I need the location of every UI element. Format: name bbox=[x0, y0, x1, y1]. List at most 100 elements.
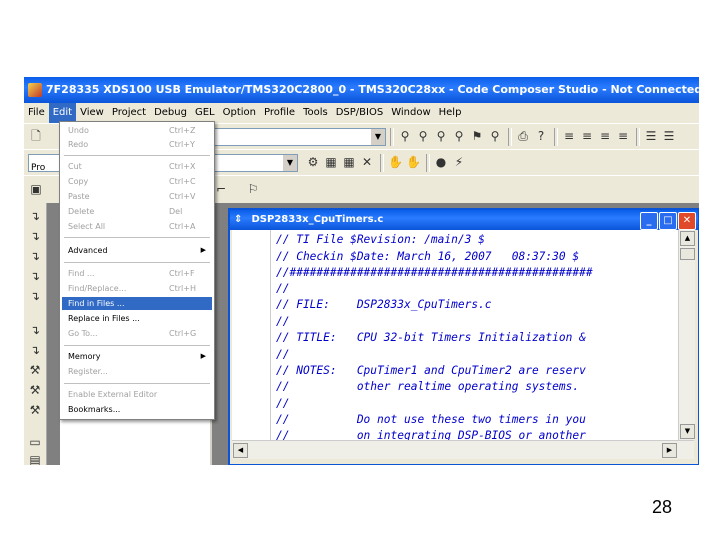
set-pc-icon[interactable]: ↴ bbox=[28, 289, 42, 303]
toolbar-separator bbox=[554, 128, 558, 146]
print-icon[interactable]: ⎙ bbox=[516, 129, 530, 143]
menu-item-find-in-files[interactable]: Find in Files ... bbox=[62, 297, 212, 310]
code-line: // on integrating DSP-BIOS or another bbox=[276, 429, 586, 440]
find-icon[interactable]: ⚲ bbox=[398, 129, 412, 143]
menu-item-bookmarks[interactable]: Bookmarks... bbox=[62, 403, 212, 416]
step-out-icon[interactable]: ↴ bbox=[28, 249, 42, 263]
code-line: // Do not use these two timers in you bbox=[276, 413, 586, 426]
menu-help[interactable]: Help bbox=[435, 103, 466, 123]
menu-profile[interactable]: Profile bbox=[260, 103, 299, 123]
menu-item-advanced[interactable]: Advanced ▶ bbox=[62, 244, 212, 257]
code-line: // other realtime operating systems. bbox=[276, 380, 580, 393]
list-icon[interactable]: ☰ bbox=[662, 129, 676, 143]
menu-item-memory[interactable]: Memory ▶ bbox=[62, 350, 212, 363]
outdent-icon[interactable]: ≡ bbox=[580, 129, 594, 143]
menu-item-replace-in-files[interactable]: Replace in Files ... bbox=[62, 312, 212, 325]
scroll-down-icon[interactable]: ▼ bbox=[680, 424, 695, 439]
source-file-icon: ⇕ bbox=[234, 214, 243, 225]
menu-item-enable-external-editor[interactable]: Enable External Editor bbox=[62, 388, 212, 401]
left-toolbar: ↴ ↴ ↴ ↴ ↴ ↴ ↴ ⚒ ⚒ ⚒ ▭ ▤ bbox=[24, 203, 47, 465]
vertical-scrollbar[interactable]: ▲ ▼ bbox=[678, 230, 695, 440]
menu-project[interactable]: Project bbox=[108, 103, 150, 123]
code-line: // bbox=[276, 397, 290, 410]
profile-icon[interactable]: ⚡ bbox=[452, 155, 466, 169]
menu-item-select-all[interactable]: Select All Ctrl+A bbox=[62, 220, 212, 233]
menu-tools[interactable]: Tools bbox=[299, 103, 332, 123]
menu-debug[interactable]: Debug bbox=[150, 103, 191, 123]
toolbar-separator bbox=[426, 154, 430, 172]
main-title-bar: 7F28335 XDS100 USB Emulator/TMS320C2800_… bbox=[24, 77, 699, 103]
scroll-right-icon[interactable]: ▶ bbox=[662, 443, 677, 458]
search-icon[interactable]: ⚲ bbox=[488, 129, 502, 143]
step-into-icon[interactable]: ↴ bbox=[28, 209, 42, 223]
new-file-icon[interactable]: 🗋 bbox=[29, 129, 43, 143]
register-window-icon[interactable]: ▤ bbox=[28, 453, 42, 465]
halt-icon[interactable]: ⚒ bbox=[28, 383, 42, 397]
chevron-down-icon[interactable]: ▼ bbox=[371, 129, 385, 145]
scroll-thumb[interactable] bbox=[680, 248, 695, 260]
find-combo[interactable]: ▼ bbox=[214, 128, 386, 146]
menu-view[interactable]: View bbox=[76, 103, 108, 123]
bookmark-icon[interactable]: ⚑ bbox=[470, 129, 484, 143]
code-line: // bbox=[276, 282, 290, 295]
menu-item-undo[interactable]: Undo Ctrl+Z bbox=[62, 124, 212, 137]
build-icon[interactable]: ▦ bbox=[324, 155, 338, 169]
menu-item-delete[interactable]: Delete Del bbox=[62, 205, 212, 218]
watch-icon[interactable]: ▣ bbox=[29, 182, 43, 196]
menu-gel[interactable]: GEL bbox=[191, 103, 219, 123]
find-next-icon[interactable]: ⚲ bbox=[416, 129, 430, 143]
toolbar-separator bbox=[508, 128, 512, 146]
code-line: // TI File $Revision: /main/3 $ bbox=[276, 233, 485, 246]
menu-item-copy[interactable]: Copy Ctrl+C bbox=[62, 175, 212, 188]
find-prev-icon[interactable]: ⚲ bbox=[434, 129, 448, 143]
submenu-arrow-icon: ▶ bbox=[200, 246, 206, 254]
code-line: // bbox=[276, 348, 290, 361]
menu-item-register[interactable]: Register... bbox=[62, 365, 212, 378]
asm-over-icon[interactable]: ↴ bbox=[28, 343, 42, 357]
code-line: // bbox=[276, 315, 290, 328]
horizontal-scrollbar[interactable]: ◀ ▶ bbox=[232, 440, 694, 459]
menu-item-find[interactable]: Find ... Ctrl+F bbox=[62, 267, 212, 280]
menu-item-cut[interactable]: Cut Ctrl+X bbox=[62, 160, 212, 173]
project-combo-value: Pro bbox=[31, 163, 46, 173]
memory-window-icon[interactable]: ▭ bbox=[28, 435, 42, 449]
asm-step-icon[interactable]: ↴ bbox=[28, 323, 42, 337]
ccs-screenshot: 7F28335 XDS100 USB Emulator/TMS320C2800_… bbox=[24, 77, 699, 465]
scroll-left-icon[interactable]: ◀ bbox=[233, 443, 248, 458]
graph-icon[interactable]: ⌐ bbox=[214, 182, 228, 196]
stop-build-icon[interactable]: ✕ bbox=[360, 155, 374, 169]
probe-icon[interactable]: ● bbox=[434, 155, 448, 169]
tool-icon[interactable]: ⚐ bbox=[246, 182, 260, 196]
menu-separator bbox=[64, 237, 210, 238]
close-icon[interactable]: ✕ bbox=[678, 212, 696, 230]
animate-icon[interactable]: ⚒ bbox=[28, 403, 42, 417]
code-editor[interactable]: // TI File $Revision: /main/3 $ // Check… bbox=[232, 230, 678, 440]
indent-icon[interactable]: ≡ bbox=[562, 129, 576, 143]
run-to-cursor-icon[interactable]: ↴ bbox=[28, 269, 42, 283]
compile-icon[interactable]: ⚙ bbox=[306, 155, 320, 169]
menu-item-go-to[interactable]: Go To... Ctrl+G bbox=[62, 327, 212, 340]
chevron-down-icon[interactable]: ▼ bbox=[283, 155, 297, 171]
menu-dspbios[interactable]: DSP/BIOS bbox=[332, 103, 387, 123]
find-in-files-icon[interactable]: ⚲ bbox=[452, 129, 466, 143]
menu-separator bbox=[64, 262, 210, 263]
hand-icon[interactable]: ✋ bbox=[388, 155, 403, 169]
align-icon[interactable]: ☰ bbox=[644, 129, 658, 143]
maximize-icon[interactable]: □ bbox=[659, 212, 677, 230]
help-icon[interactable]: ? bbox=[534, 129, 548, 143]
menu-item-redo[interactable]: Redo Ctrl+Y bbox=[62, 138, 212, 151]
rebuild-icon[interactable]: ▦ bbox=[342, 155, 356, 169]
menu-item-paste[interactable]: Paste Ctrl+V bbox=[62, 190, 212, 203]
run-icon[interactable]: ⚒ bbox=[28, 363, 42, 377]
menu-item-find-replace[interactable]: Find/Replace... Ctrl+H bbox=[62, 282, 212, 295]
menu-file[interactable]: File bbox=[24, 103, 49, 123]
step-over-icon[interactable]: ↴ bbox=[28, 229, 42, 243]
menu-window[interactable]: Window bbox=[387, 103, 434, 123]
uncomment-icon[interactable]: ≡ bbox=[616, 129, 630, 143]
menu-edit[interactable]: Edit bbox=[48, 103, 77, 123]
minimize-icon[interactable]: _ bbox=[640, 212, 658, 230]
scroll-up-icon[interactable]: ▲ bbox=[680, 231, 695, 246]
comment-icon[interactable]: ≡ bbox=[598, 129, 612, 143]
menu-option[interactable]: Option bbox=[219, 103, 260, 123]
breakpoint-icon[interactable]: ✋ bbox=[406, 155, 421, 169]
